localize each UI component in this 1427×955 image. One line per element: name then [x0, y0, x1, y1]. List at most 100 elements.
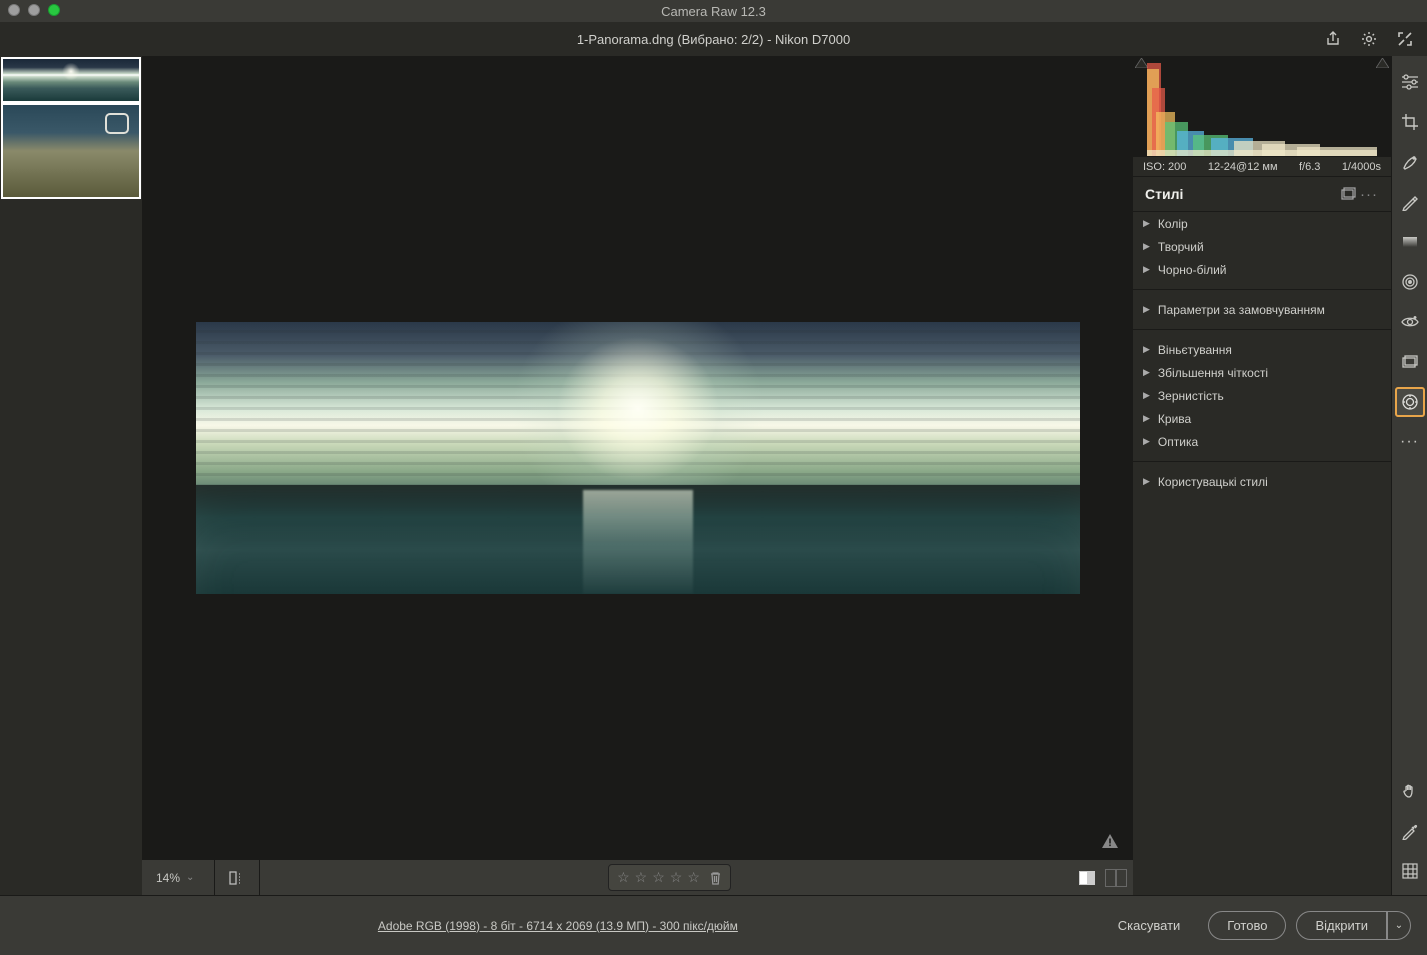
workflow-options-link[interactable]: Adobe RGB (1998) - 8 біт - 6714 x 2069 (… [16, 919, 1100, 933]
edit-sliders-icon[interactable] [1396, 68, 1424, 96]
warning-icon [1101, 833, 1119, 849]
preset-group-color[interactable]: ▶Колір [1133, 212, 1391, 235]
open-dropdown-button[interactable]: ⌄ [1387, 911, 1411, 940]
settings-icon[interactable] [1359, 29, 1379, 49]
footer-buttons: Скасувати Готово Відкрити ⌄ [1100, 911, 1411, 940]
presets-icon[interactable] [1396, 388, 1424, 416]
file-title: 1-Panorama.dng (Вибрано: 2/2) - Nikon D7… [0, 32, 1427, 47]
preset-label: Творчий [1158, 240, 1204, 254]
preset-label: Оптика [1158, 435, 1198, 449]
before-after-split-button[interactable] [1105, 869, 1127, 887]
tool-rail: ··· [1391, 56, 1427, 895]
star-3[interactable]: ☆ [652, 869, 665, 886]
crop-icon[interactable] [1396, 108, 1424, 136]
image-canvas[interactable] [142, 56, 1133, 859]
view-toggles [1079, 869, 1127, 887]
thumbnail-1[interactable] [2, 58, 140, 102]
highlight-clip-icon[interactable] [1376, 58, 1389, 68]
triangle-right-icon: ▶ [1143, 390, 1150, 401]
preset-group-grain[interactable]: ▶ Зернистість [1133, 384, 1391, 407]
graduated-filter-icon[interactable] [1396, 228, 1424, 256]
star-1[interactable]: ☆ [617, 869, 630, 886]
window-maximize-button[interactable] [48, 4, 60, 16]
window-minimize-button[interactable] [28, 4, 40, 16]
open-button[interactable]: Відкрити [1296, 911, 1387, 940]
thumbnail-image [3, 105, 139, 197]
footer-bar: Adobe RGB (1998) - 8 біт - 6714 x 2069 (… [0, 895, 1427, 955]
preset-label: Крива [1158, 412, 1191, 426]
before-after-single-button[interactable] [1079, 871, 1095, 885]
meta-lens: 12-24@12 мм [1208, 161, 1278, 173]
separator [214, 860, 215, 896]
canvas-toolbar: 14% ⌄ ☆ ☆ ☆ ☆ ☆ [142, 859, 1133, 895]
done-button[interactable]: Готово [1208, 911, 1286, 940]
triangle-right-icon: ▶ [1143, 344, 1150, 355]
rating-bar: ☆ ☆ ☆ ☆ ☆ [608, 864, 731, 891]
preset-label: Користувацькі стилі [1158, 475, 1268, 489]
panel-header: Стилі ··· [1133, 176, 1391, 212]
separator [259, 860, 260, 896]
separator [1133, 289, 1391, 290]
fullscreen-icon[interactable] [1395, 29, 1415, 49]
window-close-button[interactable] [8, 4, 20, 16]
triangle-right-icon: ▶ [1143, 367, 1150, 378]
preset-group-sharpen[interactable]: ▶ Збільшення чіткості [1133, 361, 1391, 384]
preset-label: Зернистість [1158, 389, 1224, 403]
thumbnail-2[interactable] [2, 104, 140, 198]
photo-preview [196, 322, 1080, 594]
cancel-button[interactable]: Скасувати [1100, 912, 1199, 939]
meta-shutter: 1/4000s [1342, 161, 1381, 173]
separator [1133, 461, 1391, 462]
preset-group-bw[interactable]: ▶ Чорно-білий [1133, 258, 1391, 281]
triangle-right-icon: ▶ [1143, 436, 1150, 447]
color-sampler-icon[interactable] [1396, 817, 1424, 845]
preset-label: Збільшення чіткості [1158, 366, 1268, 380]
photo-metadata: ISO: 200 12-24@12 мм f/6.3 1/4000s [1133, 156, 1391, 176]
triangle-right-icon: ▶ [1143, 476, 1150, 487]
window-title: Camera Raw 12.3 [661, 4, 766, 19]
grid-toggle-icon[interactable] [1396, 857, 1424, 885]
preset-group-creative[interactable]: ▶ Творчий [1133, 235, 1391, 258]
triangle-right-icon: ▶ [1143, 241, 1150, 252]
chevron-down-icon: ⌄ [186, 872, 194, 883]
meta-iso: ISO: 200 [1143, 161, 1186, 173]
panel-title: Стилі [1145, 186, 1339, 202]
preset-label: Чорно-білий [1158, 263, 1227, 277]
star-2[interactable]: ☆ [635, 869, 648, 886]
histogram[interactable] [1133, 56, 1391, 156]
hand-tool-icon[interactable] [1396, 777, 1424, 805]
tool-rail-bottom [1396, 777, 1424, 885]
preset-group-optics[interactable]: ▶ Оптика [1133, 430, 1391, 453]
preset-label: Колір [1158, 217, 1188, 231]
header-bar: 1-Panorama.dng (Вибрано: 2/2) - Nikon D7… [0, 22, 1427, 56]
snapshots-icon[interactable] [1396, 348, 1424, 376]
zoom-value: 14% [156, 871, 180, 885]
preset-group-user[interactable]: ▶ Користувацькі стилі [1133, 470, 1391, 493]
preset-group-curve[interactable]: ▶Крива [1133, 407, 1391, 430]
heal-brush-icon[interactable] [1396, 148, 1424, 176]
redeye-icon[interactable] [1396, 308, 1424, 336]
triangle-right-icon: ▶ [1143, 304, 1150, 315]
preset-group-vignette[interactable]: ▶ Віньєтування [1133, 338, 1391, 361]
adjustment-brush-icon[interactable] [1396, 188, 1424, 216]
open-split-button: Відкрити ⌄ [1296, 911, 1411, 940]
zoom-dropdown[interactable]: 14% ⌄ [148, 871, 206, 885]
meta-aperture: f/6.3 [1299, 161, 1320, 173]
triangle-right-icon: ▶ [1143, 264, 1150, 275]
preset-group-defaults[interactable]: ▶Параметри за замовчуванням [1133, 298, 1391, 321]
new-preset-icon[interactable] [1339, 184, 1359, 204]
more-icon[interactable]: ··· [1359, 184, 1379, 204]
preset-list: ▶Колір ▶Творчий ▶Чорно-білий ▶Параметри … [1133, 212, 1391, 493]
radial-filter-icon[interactable] [1396, 268, 1424, 296]
more-tools-icon[interactable]: ··· [1396, 428, 1424, 456]
filmstrip [0, 56, 142, 895]
preset-label: Віньєтування [1158, 343, 1232, 357]
trash-icon[interactable] [709, 871, 722, 885]
canvas-area: 14% ⌄ ☆ ☆ ☆ ☆ ☆ [142, 56, 1133, 895]
star-5[interactable]: ☆ [687, 869, 700, 886]
star-4[interactable]: ☆ [670, 869, 683, 886]
export-icon[interactable] [1323, 29, 1343, 49]
mac-titlebar: Camera Raw 12.3 [0, 0, 1427, 22]
fit-grid-button[interactable] [223, 864, 251, 892]
adjustments-panel: ISO: 200 12-24@12 мм f/6.3 1/4000s Стилі… [1133, 56, 1391, 895]
